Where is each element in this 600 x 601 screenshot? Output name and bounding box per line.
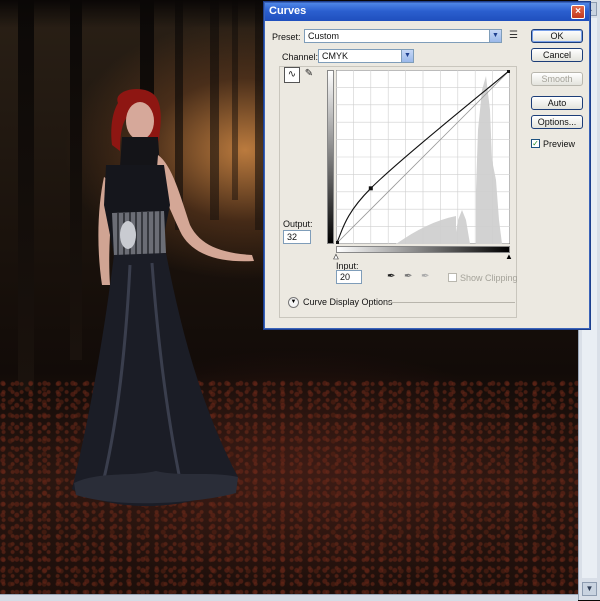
output-label: Output: — [283, 219, 313, 229]
white-point-slider-icon[interactable]: ▲ — [332, 252, 341, 261]
ok-button[interactable]: OK — [531, 29, 583, 43]
output-gradient-bar — [327, 70, 334, 244]
divider — [387, 302, 515, 303]
curve-display-options-label[interactable]: Curve Display Options — [303, 297, 393, 307]
scroll-down-arrow-icon[interactable]: ▼ — [582, 582, 597, 596]
preview-label: Preview — [543, 139, 576, 149]
expand-chevron-icon[interactable]: ▼ — [288, 297, 299, 308]
preset-label: Preset: — [272, 32, 301, 42]
preset-dropdown[interactable]: Custom ▼ — [304, 29, 502, 43]
output-field[interactable]: 32 — [283, 230, 311, 244]
channel-label: Channel: — [282, 52, 319, 62]
pencil-tool-icon[interactable]: ✎ — [301, 67, 317, 83]
chevron-down-icon: ▼ — [489, 30, 501, 42]
woman-in-gothic-dress — [72, 89, 254, 507]
smooth-button[interactable]: Smooth — [531, 72, 583, 86]
preview-checkbox[interactable]: ✓ — [531, 139, 540, 148]
preset-menu-icon[interactable]: ☰ — [509, 30, 518, 41]
curve-control-point[interactable] — [507, 70, 510, 73]
show-clipping-checkbox[interactable] — [448, 273, 457, 282]
input-field[interactable]: 20 — [336, 270, 362, 284]
curve-tool-icon[interactable]: ∿ — [284, 67, 300, 83]
gray-eyedropper-icon[interactable]: ✒ — [404, 271, 412, 282]
input-gradient-bar — [336, 246, 510, 253]
curves-graph[interactable] — [336, 70, 510, 244]
dialog-titlebar[interactable]: Curves × — [265, 3, 589, 21]
preset-value: Custom — [308, 31, 340, 41]
options-button[interactable]: Options... — [531, 115, 583, 129]
dialog-title: Curves — [269, 5, 307, 17]
chevron-down-icon: ▼ — [401, 50, 413, 62]
cancel-button[interactable]: Cancel — [531, 48, 583, 62]
channel-value: CMYK — [322, 51, 349, 61]
black-eyedropper-icon[interactable]: ✒ — [387, 271, 395, 282]
black-point-slider-icon[interactable]: ▲ — [505, 253, 513, 261]
channel-dropdown[interactable]: CMYK ▼ — [318, 49, 414, 63]
show-clipping-label: Show Clipping — [460, 273, 518, 283]
curve-control-point[interactable] — [336, 241, 339, 244]
auto-button[interactable]: Auto — [531, 96, 583, 110]
white-eyedropper-icon[interactable]: ✒ — [421, 271, 429, 282]
curve-control-point[interactable] — [368, 186, 373, 191]
curves-dialog: Curves × Preset: Custom ▼ ☰ Channel: CMY… — [264, 2, 590, 329]
close-icon[interactable]: × — [571, 5, 585, 19]
